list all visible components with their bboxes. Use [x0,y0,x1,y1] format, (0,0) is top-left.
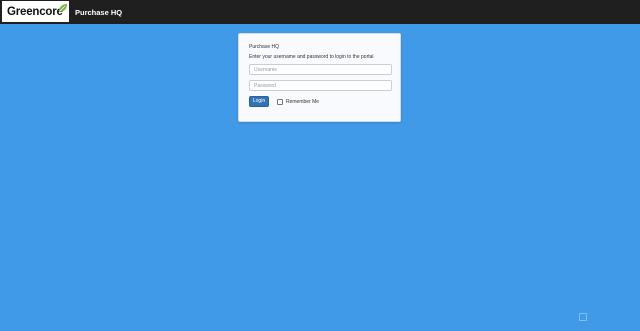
login-title: Purchase HQ [249,44,280,50]
watermark-icon [579,313,587,321]
remember-me-option[interactable]: Remember Me [277,98,319,106]
password-field[interactable] [249,80,392,91]
leaf-icon [59,4,67,12]
login-card: Purchase HQ Enter your username and pass… [238,33,401,122]
remember-me-label: Remember Me [286,99,320,105]
remember-me-checkbox[interactable] [277,99,283,105]
username-field[interactable] [249,64,392,75]
greencore-logo[interactable]: Greencore [2,1,69,22]
login-button[interactable]: Login [249,96,269,107]
app-title: Purchase HQ [75,8,123,17]
logo-text: Greencore [7,6,63,18]
top-navigation-bar: Greencore Purchase HQ [0,0,640,24]
login-instructions: Enter your username and password to logi… [249,54,374,60]
watermark [579,313,589,321]
